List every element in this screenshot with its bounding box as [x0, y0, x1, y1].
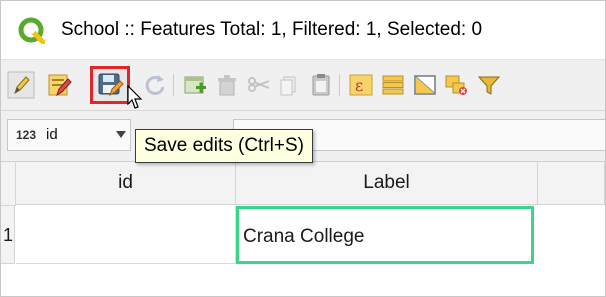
toolbar-separator	[339, 74, 340, 96]
trash-icon	[218, 75, 236, 96]
attribute-table-window: School :: Features Total: 1, Filtered: 1…	[0, 0, 606, 297]
select-by-expression-button[interactable]: ε	[347, 71, 375, 99]
filter-button[interactable]	[475, 71, 503, 99]
table-corner[interactable]	[1, 162, 16, 206]
multi-edit-button[interactable]	[45, 71, 73, 99]
invert-selection-icon	[414, 75, 436, 95]
reload-icon	[145, 75, 165, 95]
deselect-all-button[interactable]	[443, 71, 471, 99]
clipboard-icon	[312, 74, 330, 96]
filter-funnel-icon	[477, 76, 501, 95]
invert-selection-button[interactable]	[411, 71, 439, 99]
multi-edit-icon	[48, 74, 72, 97]
add-feature-icon	[184, 76, 206, 94]
svg-text:ε: ε	[355, 76, 363, 95]
copy-icon	[280, 76, 296, 96]
table-empty-area	[1, 265, 605, 296]
field-name-label: id	[46, 126, 58, 143]
select-all-icon	[382, 75, 404, 95]
add-feature-button[interactable]	[181, 71, 209, 99]
field-selector-combobox[interactable]: 123 id	[7, 119, 131, 151]
cut-button[interactable]	[245, 71, 273, 99]
table-cell-id[interactable]	[16, 206, 236, 264]
column-header-id[interactable]: id	[16, 162, 236, 205]
column-header-label[interactable]: Label	[236, 162, 538, 205]
chevron-down-icon	[116, 131, 126, 138]
field-type-label: 123	[16, 128, 37, 142]
save-edits-button[interactable]	[90, 66, 130, 104]
window-title: School :: Features Total: 1, Filtered: 1…	[61, 19, 483, 40]
reload-button[interactable]	[141, 71, 169, 99]
copy-button[interactable]	[275, 71, 303, 99]
attribute-table-toolbar: ε	[1, 60, 605, 111]
save-edits-tooltip: Save edits (Ctrl+S)	[135, 129, 313, 163]
delete-feature-button[interactable]	[213, 71, 241, 99]
paste-button[interactable]	[307, 71, 335, 99]
qgis-logo-icon	[18, 17, 45, 44]
attribute-table: id Label 1 Crana College	[1, 162, 605, 296]
row-header[interactable]: 1	[1, 206, 15, 264]
save-icon	[98, 73, 124, 97]
title-bar: School :: Features Total: 1, Filtered: 1…	[1, 1, 605, 60]
select-all-button[interactable]	[379, 71, 407, 99]
toggle-editing-button[interactable]	[7, 71, 35, 99]
deselect-icon	[445, 75, 467, 95]
pencil-icon	[7, 71, 35, 99]
expression-epsilon-icon: ε	[349, 74, 373, 96]
scissors-icon	[248, 77, 270, 92]
mouse-cursor-icon	[127, 85, 143, 109]
column-header-filler	[538, 162, 605, 205]
table-cell-label-selected[interactable]: Crana College	[236, 206, 534, 264]
toolbar-separator	[173, 74, 174, 96]
